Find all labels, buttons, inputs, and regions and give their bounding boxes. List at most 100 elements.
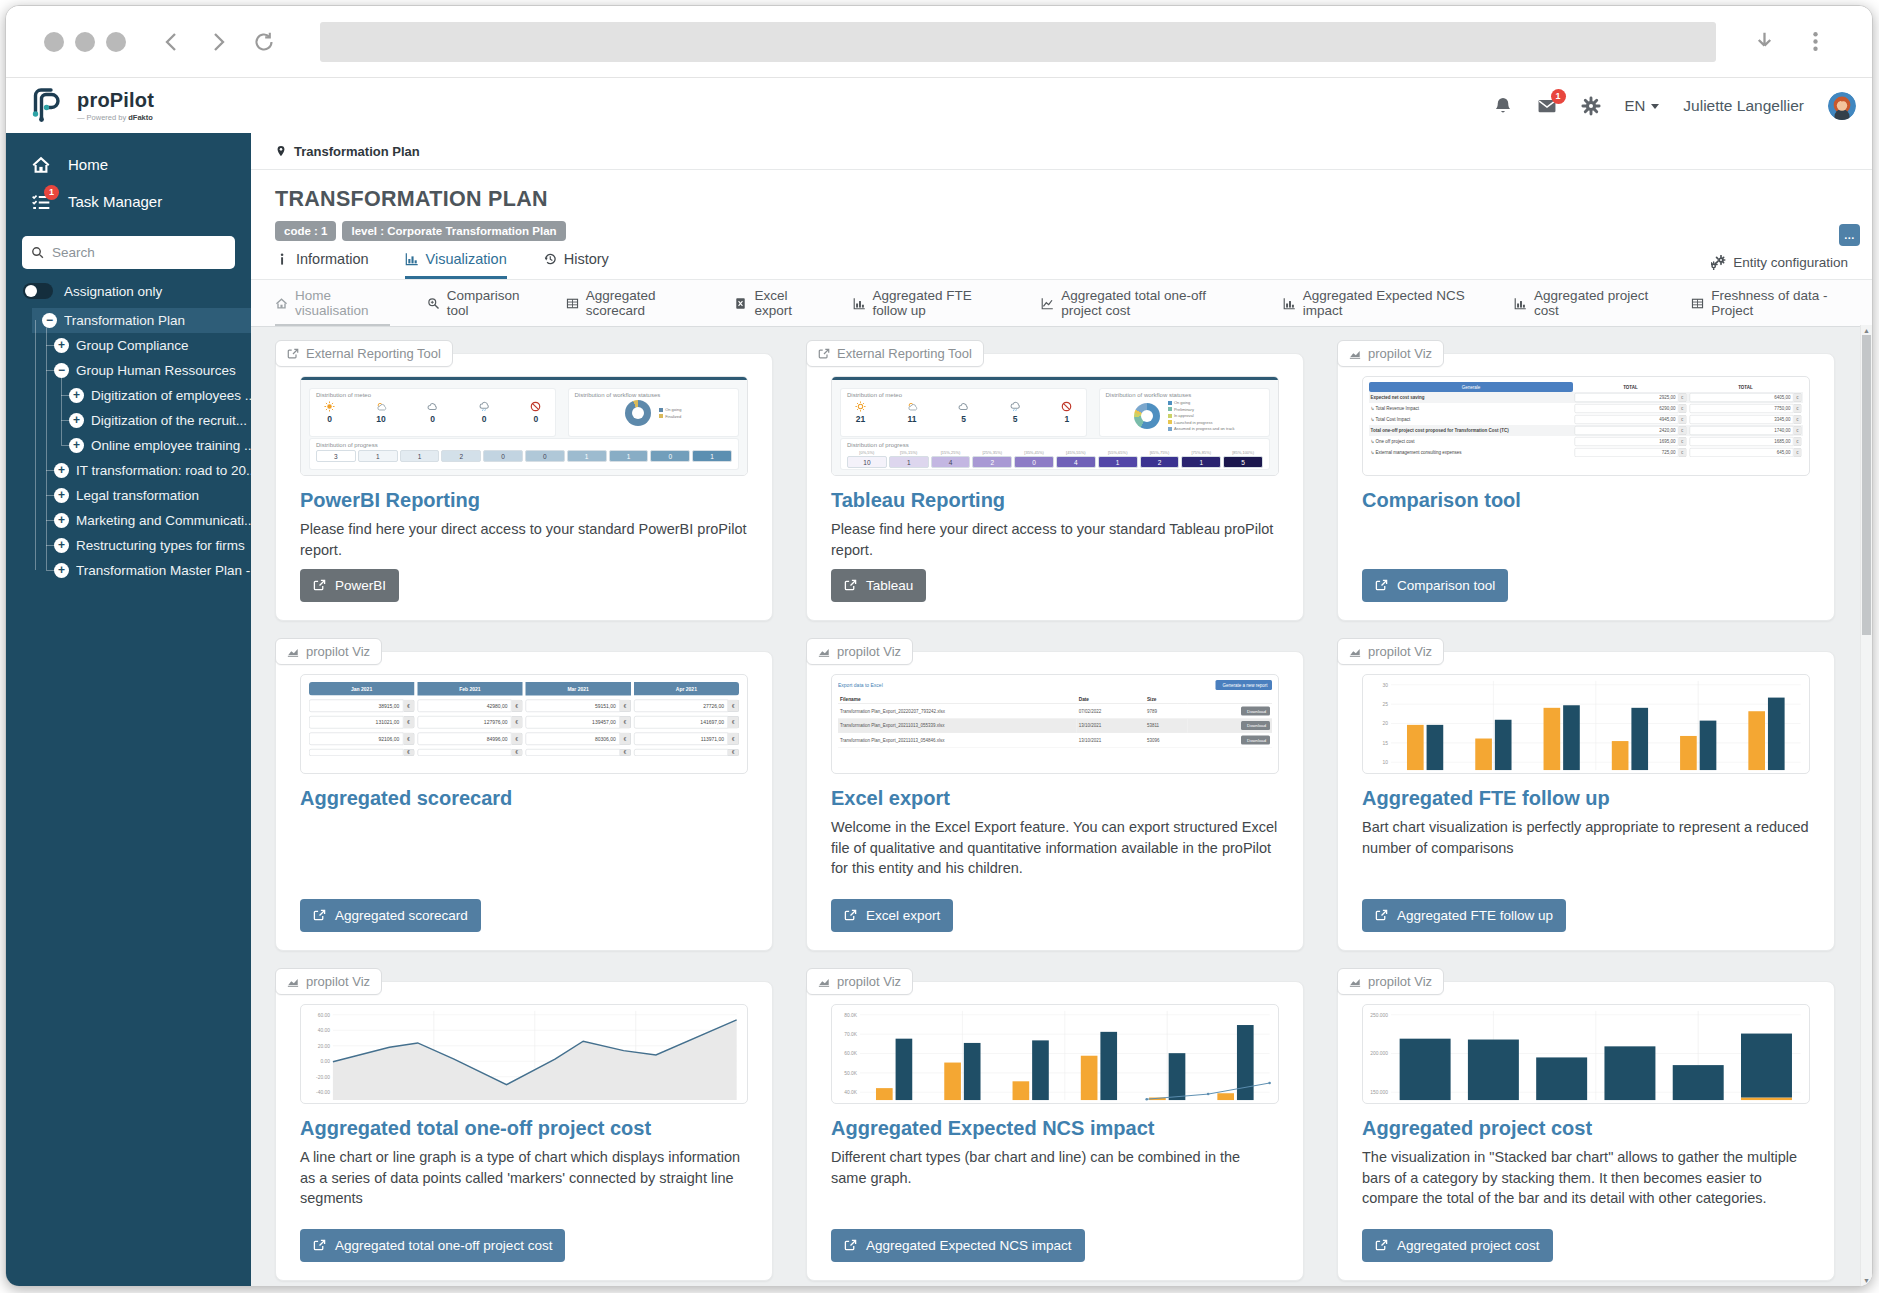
refresh-icon[interactable]: [252, 30, 276, 54]
currency-button[interactable]: €: [728, 749, 739, 756]
bell-icon[interactable]: [1493, 96, 1513, 116]
currency-button[interactable]: €: [1678, 415, 1686, 424]
currency-button[interactable]: €: [1794, 426, 1802, 435]
currency-button[interactable]: €: [1678, 437, 1686, 446]
currency-button[interactable]: €: [403, 733, 414, 746]
export-data-link[interactable]: Export data to Excel: [838, 682, 883, 688]
tree-item[interactable]: +Digitization of employees ...: [6, 383, 251, 408]
forward-icon[interactable]: [206, 30, 230, 54]
generate-report-button[interactable]: Generate a new report: [1215, 680, 1272, 690]
card-thumbnail[interactable]: Distribution of meteo010000Distribution …: [300, 376, 748, 476]
expand-icon[interactable]: +: [54, 563, 69, 578]
propilot-logo[interactable]: proPilot — Powered by dFakto: [28, 86, 154, 126]
expand-icon[interactable]: +: [69, 438, 84, 453]
card-open-button[interactable]: Aggregated Expected NCS impact: [831, 1229, 1085, 1262]
language-selector[interactable]: EN: [1625, 97, 1660, 114]
card-title-link[interactable]: Aggregated scorecard: [300, 787, 748, 810]
sidebar-item-task-manager[interactable]: 1Task Manager: [6, 183, 251, 220]
expand-icon[interactable]: +: [54, 488, 69, 503]
currency-button[interactable]: €: [1678, 393, 1686, 402]
currency-button[interactable]: €: [728, 716, 739, 729]
card-open-button[interactable]: Tableau: [831, 569, 926, 602]
avatar[interactable]: [1828, 92, 1856, 120]
currency-button[interactable]: €: [512, 700, 523, 713]
tree-item[interactable]: +Digitization of the recruit...: [6, 408, 251, 433]
scrollbar[interactable]: ▲ ▼: [1860, 325, 1872, 1286]
expand-icon[interactable]: +: [69, 388, 84, 403]
viz-tab-comparison-tool[interactable]: Comparison tool: [427, 280, 529, 326]
expand-icon[interactable]: +: [54, 463, 69, 478]
currency-button[interactable]: €: [403, 716, 414, 729]
card-thumbnail[interactable]: 250.000200.000150.000: [1362, 1004, 1810, 1104]
tree-item[interactable]: +Transformation Master Plan -...: [6, 558, 251, 583]
card-title-link[interactable]: Aggregated Expected NCS impact: [831, 1117, 1279, 1140]
card-title-link[interactable]: Comparison tool: [1362, 489, 1810, 512]
currency-button[interactable]: €: [1794, 393, 1802, 402]
card-title-link[interactable]: Aggregated project cost: [1362, 1117, 1810, 1140]
user-name[interactable]: Juliette Langellier: [1683, 97, 1804, 115]
card-open-button[interactable]: Aggregated scorecard: [300, 899, 481, 932]
currency-button[interactable]: €: [1678, 404, 1686, 413]
traffic-dot[interactable]: [44, 32, 64, 52]
card-thumbnail[interactable]: 60.0040.0020.000.00-20.00-40.00: [300, 1004, 748, 1104]
card-open-button[interactable]: PowerBI: [300, 569, 399, 602]
tab-history[interactable]: History: [543, 251, 609, 279]
back-icon[interactable]: [160, 30, 184, 54]
url-bar[interactable]: [320, 22, 1716, 62]
tree-item[interactable]: +Marketing and Communicati...: [6, 508, 251, 533]
currency-button[interactable]: €: [512, 749, 523, 756]
currency-button[interactable]: €: [1794, 404, 1802, 413]
tree-item[interactable]: +Group Compliance: [6, 333, 251, 358]
entity-configuration-button[interactable]: Entity configuration: [1711, 255, 1848, 279]
card-thumbnail[interactable]: Export data to Excel Generate a new repor…: [831, 674, 1279, 774]
currency-button[interactable]: €: [403, 749, 414, 756]
currency-button[interactable]: €: [1678, 426, 1686, 435]
currency-button[interactable]: €: [728, 700, 739, 713]
tree-item[interactable]: −Transformation Plan: [32, 308, 251, 333]
viz-tab-excel-export[interactable]: Excel export: [734, 280, 815, 326]
viz-tab-aggregated-expected-ncs-impact[interactable]: Aggregated Expected NCS impact: [1283, 280, 1477, 326]
traffic-dot[interactable]: [75, 32, 95, 52]
currency-button[interactable]: €: [620, 733, 631, 746]
card-thumbnail[interactable]: Jan 2021Feb 2021Mar 2021Apr 202138915,00…: [300, 674, 748, 774]
more-button[interactable]: ...: [1839, 224, 1860, 246]
card-title-link[interactable]: PowerBI Reporting: [300, 489, 748, 512]
scrollbar-up-icon[interactable]: ▲: [1861, 327, 1872, 334]
gear-icon[interactable]: [1581, 96, 1601, 116]
card-open-button[interactable]: Aggregated project cost: [1362, 1229, 1553, 1262]
card-open-button[interactable]: Excel export: [831, 899, 953, 932]
card-open-button[interactable]: Aggregated total one-off project cost: [300, 1229, 565, 1262]
collapse-icon[interactable]: −: [54, 363, 69, 378]
viz-tab-aggregated-total-one-off-project-cost[interactable]: Aggregated total one-off project cost: [1041, 280, 1245, 326]
currency-button[interactable]: €: [1794, 448, 1802, 457]
currency-button[interactable]: €: [512, 716, 523, 729]
tab-information[interactable]: Information: [275, 251, 369, 279]
expand-icon[interactable]: +: [54, 538, 69, 553]
collapse-icon[interactable]: −: [42, 313, 57, 328]
viz-tab-aggregated-fte-follow-up[interactable]: Aggregated FTE follow up: [853, 280, 1005, 326]
tree-item[interactable]: +Online employee training ...: [6, 433, 251, 458]
currency-button[interactable]: €: [403, 700, 414, 713]
currency-button[interactable]: €: [1794, 437, 1802, 446]
tree-item[interactable]: +Legal transformation: [6, 483, 251, 508]
tree-item[interactable]: −Group Human Ressources: [6, 358, 251, 383]
viz-tab-home-visualisation[interactable]: Home visualisation: [275, 280, 390, 326]
tree-item[interactable]: +Restructuring types for firms: [6, 533, 251, 558]
currency-button[interactable]: €: [620, 749, 631, 756]
download-button[interactable]: Download: [1241, 721, 1270, 730]
search-input[interactable]: [52, 245, 229, 260]
assignation-toggle[interactable]: [23, 283, 53, 299]
currency-button[interactable]: €: [1794, 415, 1802, 424]
card-open-button[interactable]: Comparison tool: [1362, 569, 1508, 602]
sidebar-search[interactable]: [22, 236, 235, 269]
viz-tab-aggregated-scorecard[interactable]: Aggregated scorecard: [566, 280, 698, 326]
card-thumbnail[interactable]: Distribution of meteo2111551Distribution…: [831, 376, 1279, 476]
currency-button[interactable]: €: [620, 700, 631, 713]
currency-button[interactable]: €: [728, 733, 739, 746]
card-open-button[interactable]: Aggregated FTE follow up: [1362, 899, 1566, 932]
traffic-dot[interactable]: [106, 32, 126, 52]
currency-button[interactable]: €: [620, 716, 631, 729]
expand-icon[interactable]: +: [69, 413, 84, 428]
tab-visualization[interactable]: Visualization: [405, 251, 507, 279]
currency-button[interactable]: €: [1678, 448, 1686, 457]
